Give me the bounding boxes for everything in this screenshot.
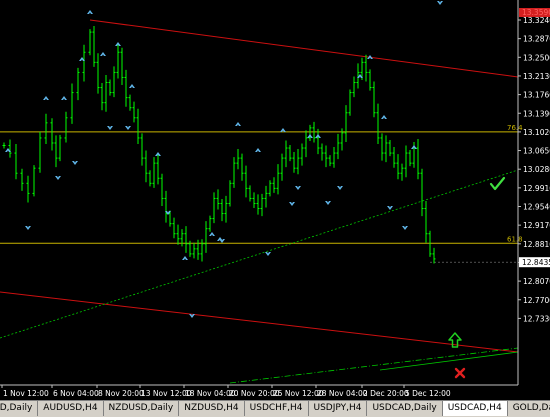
chart-tab[interactable]: USDCAD,Daily (367, 401, 443, 416)
chart-area[interactable]: 76.4 61.8 13.3240 13.2870 13.2500 13.2130 13.… (0, 0, 550, 400)
top-price-marker-label: 13.3590 (522, 8, 550, 17)
date-tick-label: 5 Dec 12:00 (405, 389, 451, 398)
price-tick-label: 12.9540 (523, 203, 550, 212)
fractal-up-marker (43, 96, 49, 100)
checkmark-icon (489, 176, 506, 191)
fractal-down-marker (55, 176, 61, 180)
fractal-up-marker (100, 52, 106, 56)
fractal-down-marker (402, 226, 408, 230)
date-tick-label: 8 Nov 20:00 (98, 389, 144, 398)
date-tick-label: 6 Nov 04:00 (53, 389, 99, 398)
fractal-down-marker (265, 252, 271, 256)
fractal-up-marker (209, 232, 215, 236)
price-tick-label: 13.3240 (523, 16, 550, 25)
price-tick-label: 12.8070 (523, 277, 550, 286)
chart-tab[interactable]: NZDUSD,H4 (179, 401, 245, 416)
price-tick-label: 12.8810 (523, 240, 550, 249)
price-tick-label: 12.9910 (523, 184, 550, 193)
chart-tab[interactable]: AUDUSD,H4 (38, 401, 104, 416)
price-tick-label: 12.7330 (523, 314, 550, 323)
fractal-down-marker (125, 126, 131, 130)
trendline-solid-green[interactable] (379, 351, 519, 371)
price-tick-label: 13.1760 (523, 91, 550, 100)
fractal-down-marker (25, 226, 31, 230)
fractal-down-marker (289, 202, 295, 206)
fractal-down-marker (387, 206, 393, 210)
chart-tab[interactable]: USDCAD,H4 (442, 401, 508, 416)
price-tick-label: 12.9170 (523, 221, 550, 230)
price-tick-label: 13.1390 (523, 109, 550, 118)
cross-icon (454, 367, 466, 379)
chart-tabs-bar: SD,DailyAUDUSD,H4NZDUSD,DailyNZDUSD,H4US… (0, 400, 550, 417)
price-tick-label: 13.0280 (523, 165, 550, 174)
fractal-up-marker (87, 10, 93, 14)
trendline-lower-red[interactable] (0, 291, 519, 353)
chart-tab[interactable]: GOLD,Daily (507, 401, 550, 416)
trendline-dashdot-green[interactable] (229, 347, 519, 384)
price-tick-label: 13.2130 (523, 72, 550, 81)
price-tick-label: 12.7700 (523, 296, 550, 305)
fractal-down-marker (325, 201, 331, 205)
chart-tab[interactable]: USDCHF,H4 (244, 401, 309, 416)
trendline-upper-red[interactable] (89, 19, 519, 78)
chart-tab[interactable]: SD,Daily (0, 401, 39, 416)
date-tick-label: 28 Nov 04:00 (317, 389, 368, 398)
fractal-down-marker (219, 239, 225, 243)
fibo-level-label: 76.4 (507, 124, 523, 132)
date-tick-label: 1 Nov 12:00 (3, 389, 49, 398)
fractal-down-marker (107, 126, 113, 130)
date-tick-label: 2 Dec 20:00 (363, 389, 409, 398)
fractal-up-marker (182, 256, 188, 260)
fractal-up-marker (235, 122, 241, 126)
price-tick-label: 13.1020 (523, 128, 550, 137)
price-tick-label: 13.0650 (523, 147, 550, 156)
fractal-up-marker (129, 84, 135, 88)
chart-tab[interactable]: NZDUSD,Daily (103, 401, 180, 416)
fractal-down-marker (337, 186, 343, 190)
price-tick-label: 13.2870 (523, 35, 550, 44)
fractal-up-marker (381, 115, 387, 119)
fractal-down-marker (72, 161, 78, 165)
fractal-down-marker (295, 186, 301, 190)
price-tick-label: 13.2500 (523, 53, 550, 62)
fractal-up-marker (255, 148, 261, 152)
trendline-dotted-green[interactable] (0, 169, 519, 339)
chart-tab[interactable]: USDJPY,H4 (308, 401, 368, 416)
fractal-up-marker (61, 96, 67, 100)
fibo-level-label: 61.8 (507, 235, 523, 243)
fractal-down-marker (437, 1, 443, 5)
current-price-label: 12.8435 (522, 258, 550, 267)
price-chart[interactable]: 76.4 61.8 13.3240 13.2870 13.2500 13.2130 13.… (0, 0, 550, 400)
